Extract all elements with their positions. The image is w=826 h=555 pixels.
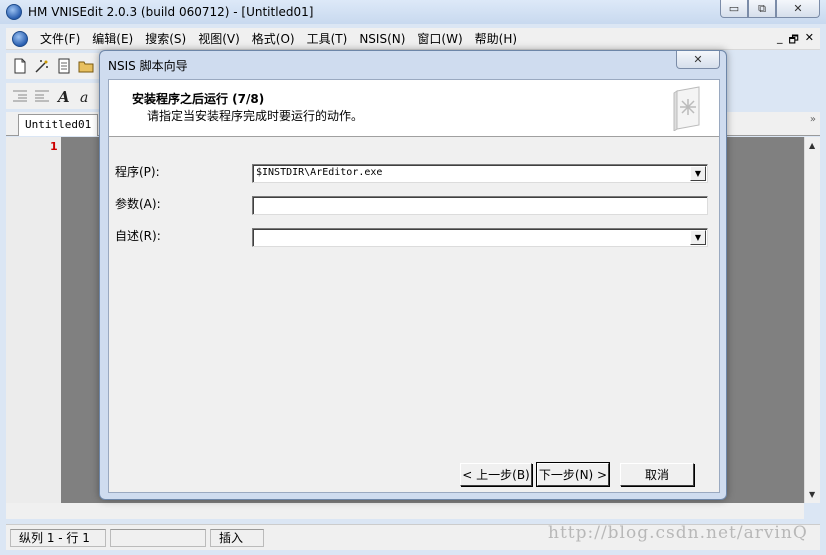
title-bar: HM VNISEdit 2.0.3 (build 060712) - [Unti… (0, 0, 826, 24)
svg-text:a: a (80, 90, 88, 104)
tab-scroll-right-icon[interactable]: » (810, 114, 816, 125)
program-combobox[interactable]: $INSTDIR\ArEditor.exe ▼ (252, 164, 708, 183)
font-size-icon[interactable]: a (78, 88, 94, 104)
status-empty (110, 528, 206, 547)
menu-tools[interactable]: 工具(T) (301, 28, 354, 50)
window-title: HM VNISEdit 2.0.3 (build 060712) - [Unti… (28, 5, 314, 19)
readme-label: 自述(R): (115, 229, 161, 243)
program-label: 程序(P): (115, 165, 160, 179)
readme-combobox[interactable]: ▼ (252, 228, 708, 247)
app-globe-icon (6, 4, 22, 20)
dialog-close-button[interactable]: ✕ (676, 51, 720, 69)
dialog-body: 安装程序之后运行 (7/8) 请指定当安装程序完成时要运行的动作。 程序(P):… (108, 79, 720, 493)
close-button[interactable]: ✕ (776, 0, 820, 18)
line-gutter: 1 (6, 137, 61, 503)
mdi-minimize-button[interactable]: _ (777, 31, 783, 50)
watermark: http://blog.csdn.net/arvinQ (548, 523, 808, 543)
svg-text:A: A (56, 88, 70, 104)
status-mode: 插入 (210, 528, 264, 547)
minimize-button[interactable]: ▭ (720, 0, 748, 18)
step-subtitle: 请指定当安装程序完成时要运行的动作。 (147, 109, 364, 123)
mdi-restore-button[interactable]: 🗗 (788, 31, 798, 50)
menu-edit[interactable]: 编辑(E) (86, 28, 139, 50)
menu-file[interactable]: 文件(F) (34, 28, 86, 50)
cancel-button[interactable]: 取消 (620, 463, 694, 486)
format-toolbar: A a (6, 83, 106, 109)
menu-search[interactable]: 搜索(S) (139, 28, 192, 50)
vertical-scrollbar[interactable]: ▲ ▼ (804, 137, 820, 503)
menu-format[interactable]: 格式(O) (246, 28, 301, 50)
wizard-icon[interactable] (34, 58, 50, 74)
params-label: 参数(A): (115, 197, 161, 211)
menu-view[interactable]: 视图(V) (192, 28, 246, 50)
window-controls: ▭ ⧉ ✕ (720, 0, 820, 18)
indent-icon[interactable] (12, 88, 28, 104)
step-title: 安装程序之后运行 (7/8) (132, 92, 265, 106)
main-toolbar (6, 53, 106, 79)
new-file-icon[interactable] (12, 58, 28, 74)
back-button[interactable]: < 上一步(B) (460, 463, 532, 486)
scroll-up-icon[interactable]: ▲ (809, 141, 815, 150)
line-number: 1 (50, 140, 58, 153)
wizard-dialog: NSIS 脚本向导 ✕ 安装程序之后运行 (7/8) 请指定当安装程序完成时要运… (99, 50, 727, 500)
wizard-book-icon (673, 86, 700, 131)
maximize-button[interactable]: ⧉ (748, 0, 776, 18)
scroll-down-icon[interactable]: ▼ (809, 490, 815, 499)
next-button[interactable]: 下一步(N) > (536, 462, 610, 487)
open-folder-icon[interactable] (78, 58, 94, 74)
menu-bar: 文件(F) 编辑(E) 搜索(S) 视图(V) 格式(O) 工具(T) NSIS… (6, 28, 820, 50)
mdi-controls: _ 🗗 ✕ (777, 31, 814, 50)
outdent-icon[interactable] (34, 88, 50, 104)
document-globe-icon[interactable] (12, 30, 28, 47)
chevron-down-icon[interactable]: ▼ (690, 230, 706, 245)
menu-window[interactable]: 窗口(W) (411, 28, 468, 50)
horizontal-scrollbar[interactable] (6, 503, 804, 519)
chevron-down-icon[interactable]: ▼ (690, 166, 706, 181)
menu-nsis[interactable]: NSIS(N) (353, 28, 411, 50)
params-input[interactable] (252, 196, 708, 215)
program-value: $INSTDIR\ArEditor.exe (256, 167, 383, 178)
dialog-title: NSIS 脚本向导 (108, 59, 188, 73)
template-icon[interactable] (56, 58, 72, 74)
tab-untitled01[interactable]: Untitled01 (18, 114, 99, 136)
status-position: 纵列 1 - 行 1 (10, 528, 106, 547)
dialog-header: 安装程序之后运行 (7/8) 请指定当安装程序完成时要运行的动作。 (109, 80, 719, 137)
font-icon[interactable]: A (56, 88, 72, 104)
menu-help[interactable]: 帮助(H) (469, 28, 523, 50)
mdi-close-button[interactable]: ✕ (805, 31, 814, 50)
